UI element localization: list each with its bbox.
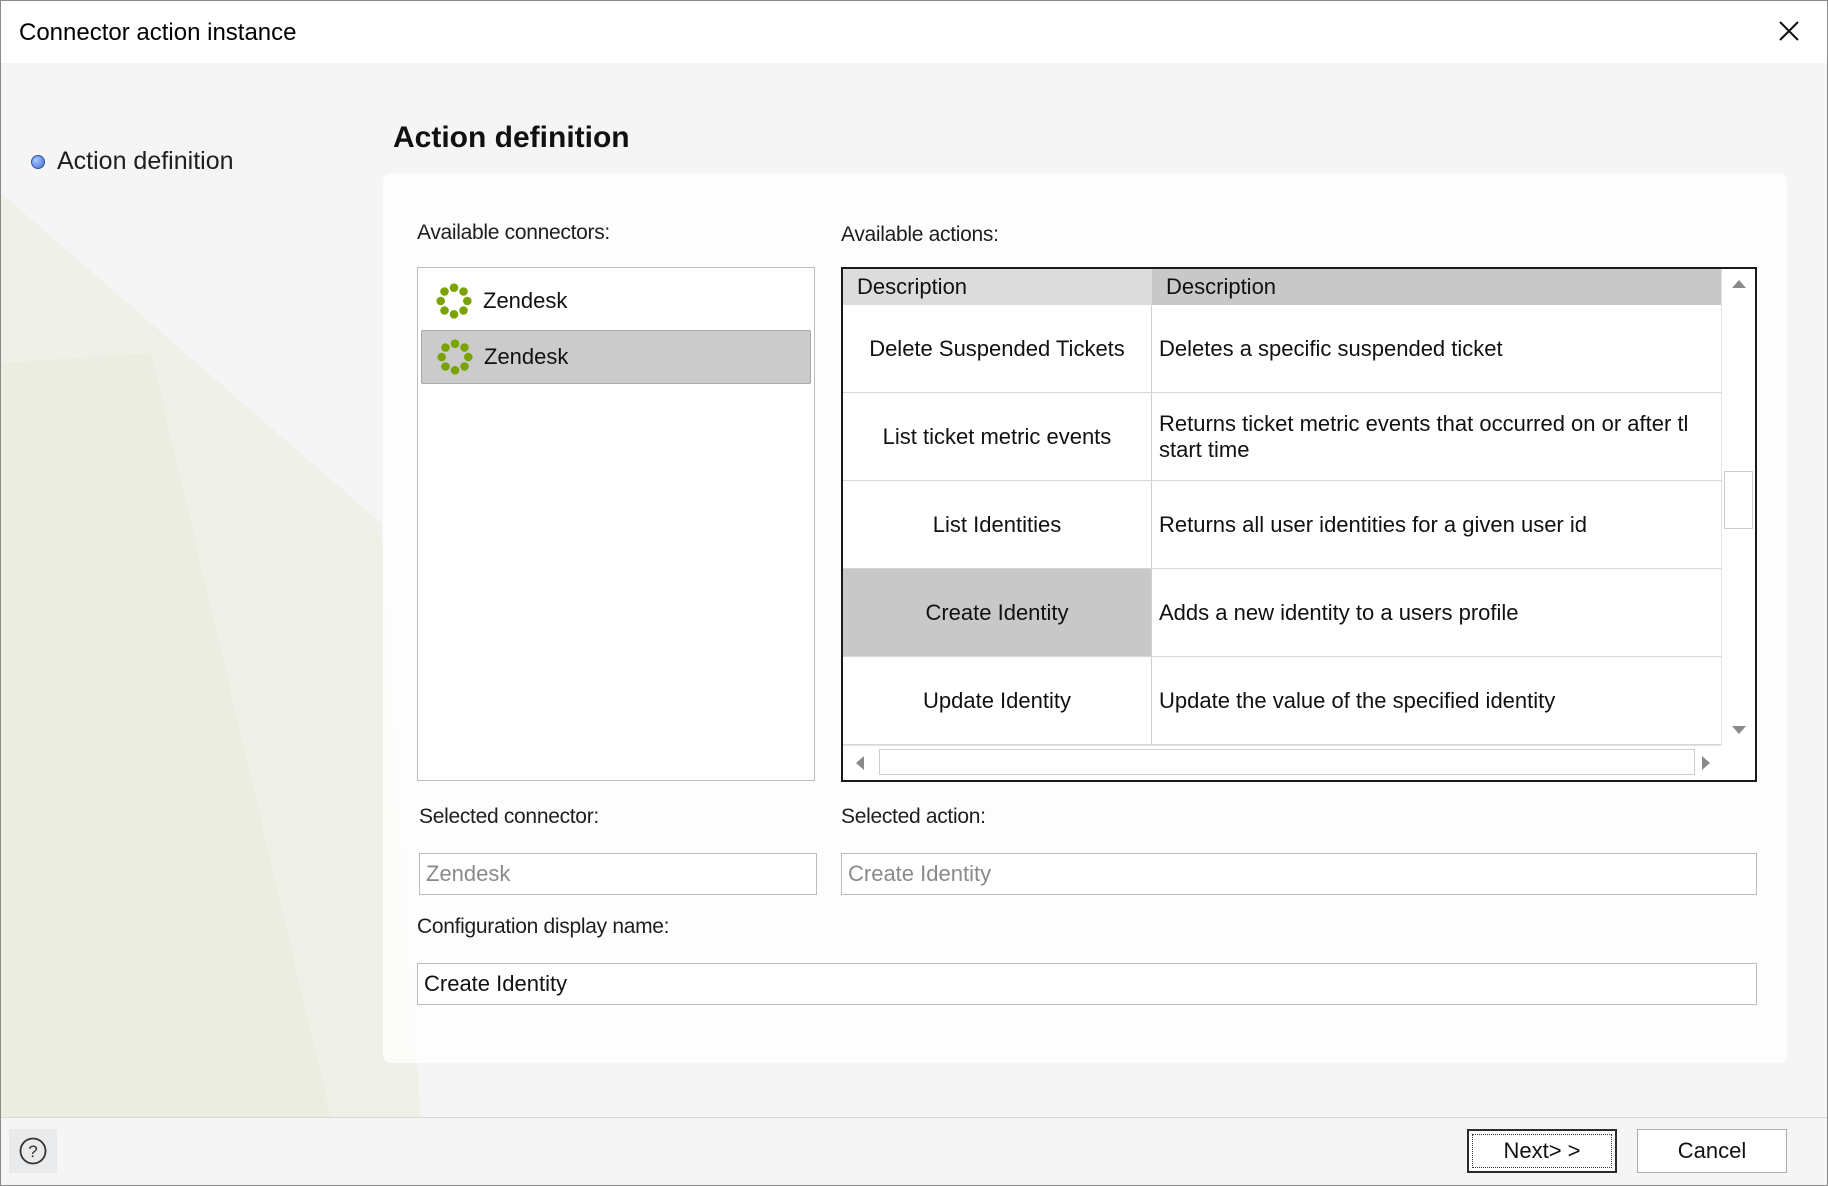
step-label: Action definition xyxy=(57,147,234,175)
title-bar: Connector action instance xyxy=(1,1,1827,63)
triangle-down-icon xyxy=(1731,726,1746,734)
page-title: Action definition xyxy=(393,121,630,154)
vertical-scroll-thumb[interactable] xyxy=(1724,471,1753,529)
dialog-window: Connector action instance Action definit… xyxy=(0,0,1828,1186)
scroll-right-button[interactable] xyxy=(1689,746,1723,780)
action-name-cell: Delete Suspended Tickets xyxy=(843,305,1152,392)
selected-action-label: Selected action: xyxy=(841,805,986,828)
zendesk-icon xyxy=(436,283,472,319)
action-description-cell: Deletes a specific suspended ticket xyxy=(1159,335,1503,361)
table-row[interactable]: List ticket metric events Returns ticket… xyxy=(843,393,1723,481)
action-name-cell: List Identities xyxy=(843,481,1152,568)
horizontal-scroll-thumb[interactable] xyxy=(879,749,1695,775)
available-connectors-label: Available connectors: xyxy=(417,221,610,244)
step-action-definition[interactable]: Action definition xyxy=(31,147,234,176)
action-name-cell: Create Identity xyxy=(843,569,1152,656)
help-button[interactable]: ? xyxy=(9,1129,57,1173)
table-row[interactable]: List Identities Returns all user identit… xyxy=(843,481,1723,569)
scroll-down-button[interactable] xyxy=(1722,715,1755,745)
triangle-up-icon xyxy=(1731,280,1746,288)
cancel-button[interactable]: Cancel xyxy=(1637,1129,1787,1173)
horizontal-scrollbar[interactable] xyxy=(843,745,1723,780)
action-description-cell: Adds a new identity to a users profile xyxy=(1159,599,1519,625)
cancel-button-label: Cancel xyxy=(1677,1138,1747,1163)
triangle-right-icon xyxy=(1702,756,1710,770)
table-row[interactable]: Update Identity Update the value of the … xyxy=(843,657,1723,745)
action-description-cell: Update the value of the specified identi… xyxy=(1159,687,1556,713)
scrollbar-corner xyxy=(1721,745,1755,780)
connector-label: Zendesk xyxy=(483,288,568,313)
zendesk-icon xyxy=(437,339,473,375)
step-bullet-icon xyxy=(31,154,45,169)
config-display-name-label: Configuration display name: xyxy=(417,915,670,938)
wizard-steps: Action definition xyxy=(31,147,234,176)
scroll-up-button[interactable] xyxy=(1722,269,1755,299)
action-name-cell: List ticket metric events xyxy=(843,393,1152,480)
footer-divider xyxy=(1,1117,1827,1118)
focus-rectangle xyxy=(1472,1134,1612,1168)
selected-action-field[interactable] xyxy=(841,853,1757,895)
action-description-cell: Returns ticket metric events that occurr… xyxy=(1159,410,1689,462)
vertical-scrollbar[interactable] xyxy=(1721,269,1755,745)
list-item-connector-selected[interactable]: Zendesk xyxy=(421,330,811,384)
action-description-cell: Returns all user identities for a given … xyxy=(1159,511,1587,537)
config-display-name-field[interactable] xyxy=(417,963,1757,1005)
help-circle-icon: ? xyxy=(19,1137,47,1165)
close-button[interactable] xyxy=(1759,1,1819,61)
next-button[interactable]: Next> > xyxy=(1467,1129,1617,1173)
connector-label: Zendesk xyxy=(484,344,569,369)
available-actions-label: Available actions: xyxy=(841,223,999,246)
selected-connector-field[interactable] xyxy=(419,853,817,895)
selected-connector-label: Selected connector: xyxy=(419,805,599,828)
window-title: Connector action instance xyxy=(19,19,297,46)
action-name-cell: Update Identity xyxy=(843,657,1152,744)
triangle-left-icon xyxy=(856,756,864,770)
connectors-list[interactable]: Zendesk Zendesk xyxy=(417,267,815,781)
scroll-left-button[interactable] xyxy=(843,746,877,780)
column-header-description[interactable]: Description xyxy=(1152,269,1723,305)
svg-text:?: ? xyxy=(28,1142,37,1161)
column-header-name[interactable]: Description xyxy=(843,269,1152,305)
actions-grid[interactable]: Description Description Delete Suspended… xyxy=(841,267,1757,782)
grid-header: Description Description xyxy=(843,269,1723,305)
list-item-connector[interactable]: Zendesk xyxy=(421,274,811,328)
close-icon xyxy=(1779,21,1799,41)
table-row[interactable]: Delete Suspended Tickets Deletes a speci… xyxy=(843,305,1723,393)
table-row-selected[interactable]: Create Identity Adds a new identity to a… xyxy=(843,569,1723,657)
